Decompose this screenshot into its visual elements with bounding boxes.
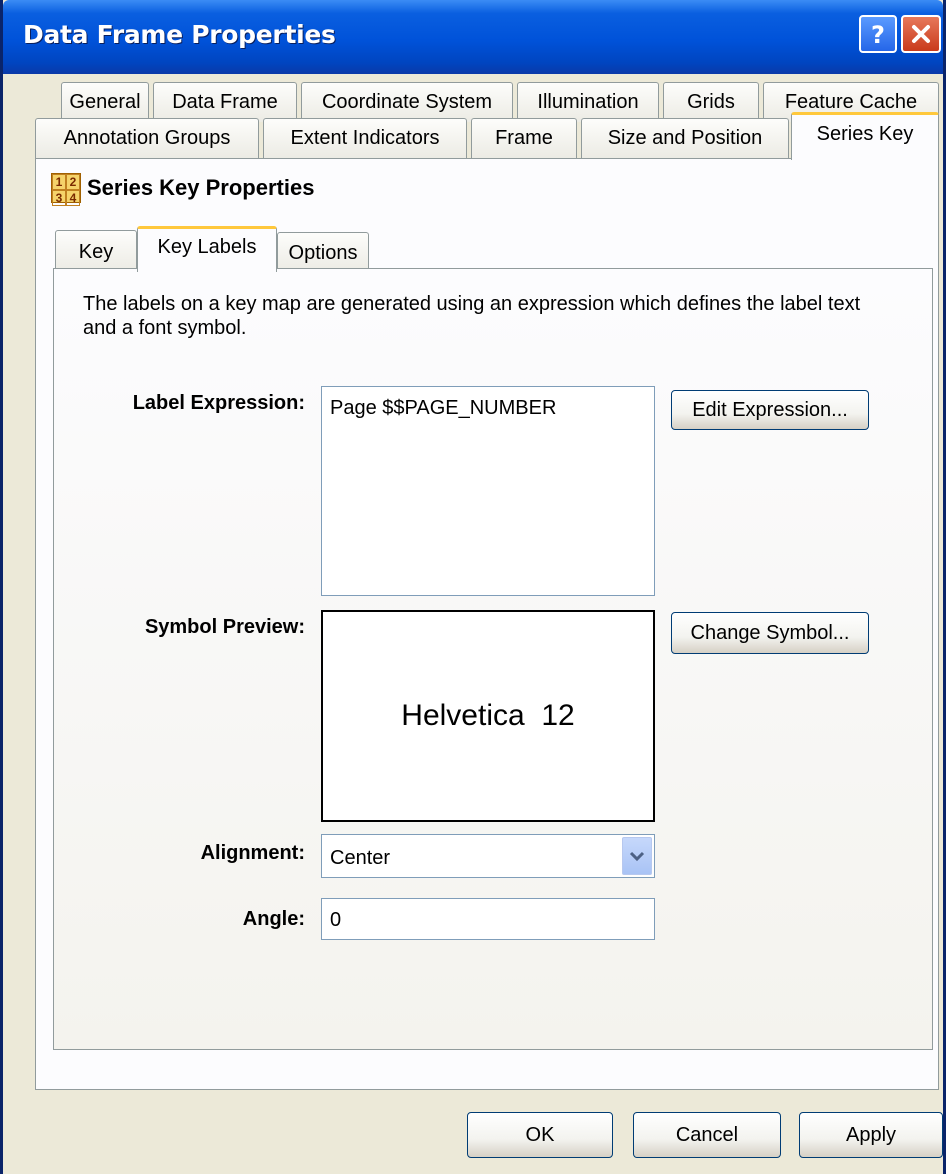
alignment-select[interactable]: Center — [321, 834, 655, 878]
symbol-preview-label: Symbol Preview: — [144, 616, 305, 638]
tab-data-frame[interactable]: Data Frame — [153, 82, 297, 122]
alignment-value: Center — [330, 847, 391, 869]
label-expression-value: Page $$PAGE_NUMBER — [330, 397, 557, 419]
tab-grids[interactable]: Grids — [663, 82, 759, 122]
title-bar[interactable]: Data Frame Properties ? — [3, 0, 943, 74]
label-expression-field[interactable]: Page $$PAGE_NUMBER — [321, 386, 655, 596]
cancel-button[interactable]: Cancel — [633, 1112, 781, 1158]
svg-text:?: ? — [871, 21, 885, 47]
section-title: Series Key Properties — [87, 175, 315, 200]
symbol-preview-text: Helvetica 12 — [401, 699, 575, 732]
help-icon: ? — [871, 21, 885, 47]
dropdown-button[interactable] — [622, 837, 652, 875]
close-button[interactable] — [901, 15, 941, 53]
angle-input[interactable]: 0 — [321, 898, 655, 940]
angle-value: 0 — [330, 909, 342, 931]
tab-annotation-groups[interactable]: Annotation Groups — [35, 118, 259, 158]
label-expression-label: Label Expression: — [132, 392, 305, 414]
tab-frame[interactable]: Frame — [471, 118, 577, 158]
help-button[interactable]: ? — [859, 15, 897, 53]
tab-extent-indicators[interactable]: Extent Indicators — [263, 118, 467, 158]
window-title: Data Frame Properties — [23, 20, 336, 49]
edit-expression-button[interactable]: Edit Expression... — [671, 390, 869, 430]
tab-size-and-position[interactable]: Size and Position — [581, 118, 789, 158]
dialog-window: Data Frame Properties ? General Data Fra… — [0, 0, 946, 1174]
apply-button[interactable]: Apply — [799, 1112, 943, 1158]
series-key-icon: 1234 — [51, 173, 81, 206]
change-symbol-button[interactable]: Change Symbol... — [671, 612, 869, 654]
tab-key[interactable]: Key — [55, 230, 137, 272]
description-text: The labels on a key map are generated us… — [83, 293, 861, 339]
tab-illumination[interactable]: Illumination — [517, 82, 659, 122]
angle-label: Angle: — [242, 908, 305, 930]
tab-options[interactable]: Options — [277, 232, 369, 272]
alignment-label: Alignment: — [200, 842, 305, 864]
chevron-down-icon — [629, 851, 645, 862]
tab-key-labels[interactable]: Key Labels — [137, 226, 277, 272]
tab-general[interactable]: General — [61, 82, 149, 122]
section-header: 1234 Series Key Properties — [51, 170, 314, 206]
ok-button[interactable]: OK — [467, 1112, 613, 1158]
tab-series-key[interactable]: Series Key — [791, 112, 939, 160]
tab-coordinate-system[interactable]: Coordinate System — [301, 82, 513, 122]
close-icon — [912, 25, 930, 43]
symbol-preview-box: Helvetica 12 — [321, 610, 655, 822]
